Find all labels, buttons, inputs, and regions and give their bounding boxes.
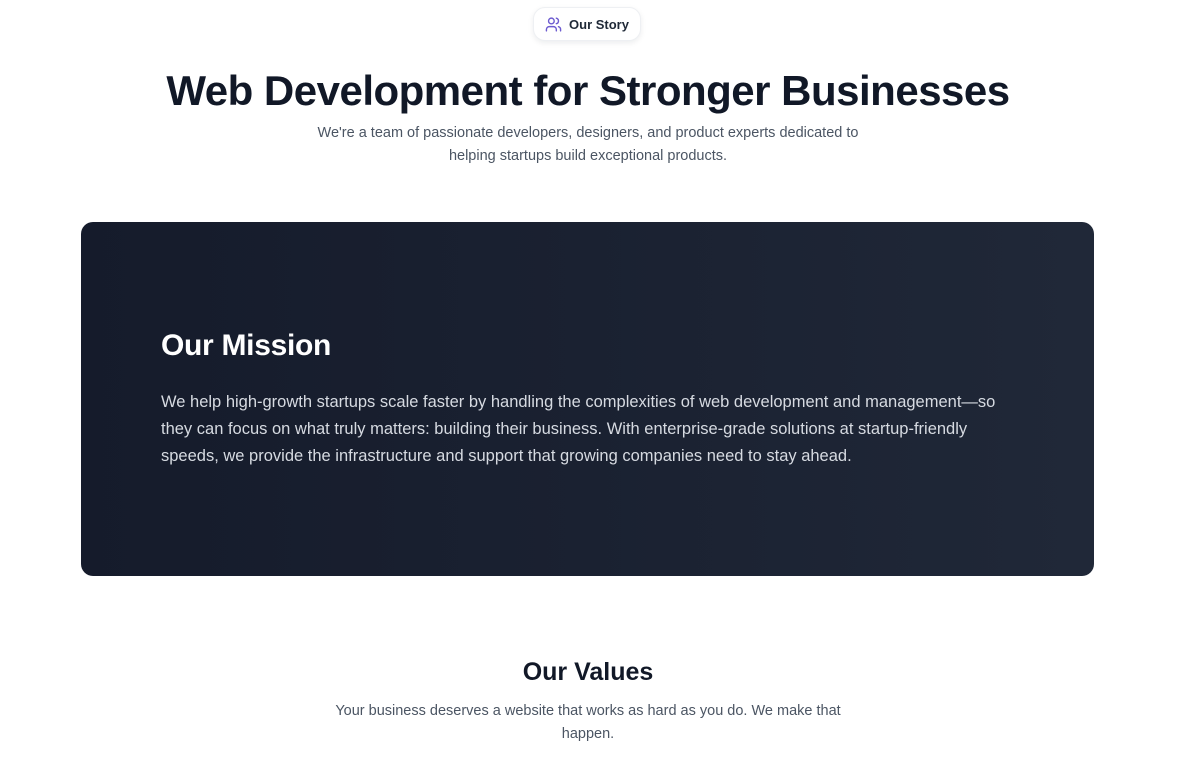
- our-story-badge: Our Story: [533, 7, 641, 41]
- about-page: Our Story Web Development for Stronger B…: [0, 0, 1190, 783]
- users-icon: [545, 16, 562, 33]
- badge-label: Our Story: [569, 16, 629, 32]
- hero-subtitle: We're a team of passionate developers, d…: [317, 125, 859, 164]
- values-title: Our Values: [522, 658, 654, 686]
- values-subtitle: Your business deserves a website that wo…: [335, 703, 841, 742]
- hero-title: Web Development for Stronger Businesses: [166, 67, 1010, 114]
- mission-card: Our Mission We help high-growth startups…: [81, 222, 1094, 576]
- mission-title: Our Mission: [161, 329, 332, 362]
- mission-text: We help high-growth startups scale faste…: [161, 393, 996, 465]
